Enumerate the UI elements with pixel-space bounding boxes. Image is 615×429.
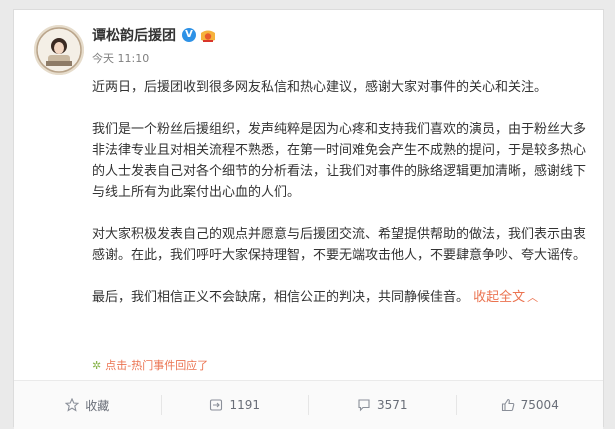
post-timestamp[interactable]: 今天 11:10: [92, 50, 149, 66]
like-count: 75004: [520, 398, 559, 412]
repost-button[interactable]: 1191: [160, 395, 309, 415]
paragraph-2: 我们是一个粉丝后援组织，发声纯粹是因为心疼和支持我们喜欢的演员，由于粉丝大多非法…: [92, 122, 587, 200]
topic-link-label: 点击-热门事件回应了: [105, 359, 209, 372]
post-content: 近两日，后援团收到很多网友私信和热心建议，感谢大家对事件的关心和关注。 我们是一…: [92, 77, 592, 308]
comment-count: 3571: [376, 398, 408, 412]
avatar[interactable]: [34, 25, 84, 75]
favorite-button[interactable]: 收藏: [14, 395, 161, 415]
action-bar: 收藏 1191 3571 75004: [14, 380, 603, 429]
repost-icon: [209, 398, 223, 412]
chevron-up-icon: ︿: [527, 291, 539, 304]
paragraph-4-text: 最后，我们相信正义不会缺席，相信公正的判决，共同静候佳音。: [92, 290, 470, 305]
comment-icon: [357, 398, 371, 412]
weibo-post-card: 谭松韵后援团 V 今天 11:10 近两日，后援团收到很多网友私信和热心建议，感…: [13, 9, 604, 429]
verified-icon: V: [182, 28, 196, 42]
fan-badge-icon[interactable]: [199, 28, 217, 42]
paragraph-1: 近两日，后援团收到很多网友私信和热心建议，感谢大家对事件的关心和关注。: [92, 80, 548, 95]
repost-count: 1191: [229, 398, 261, 412]
paragraph-3: 对大家积极发表自己的观点并愿意与后援团交流、希望提供帮助的做法，我们表示由衷感谢…: [92, 227, 587, 263]
like-button[interactable]: 75004: [455, 395, 604, 415]
like-icon: [501, 398, 515, 412]
topic-link[interactable]: ✲ 点击-热门事件回应了: [92, 357, 208, 373]
flower-icon: ✲: [92, 358, 102, 372]
star-icon: [65, 398, 80, 412]
author-row: 谭松韵后援团 V: [92, 25, 217, 45]
collapse-link[interactable]: 收起全文 ︿: [473, 290, 538, 305]
favorite-label: 收藏: [85, 398, 110, 413]
collapse-label: 收起全文: [473, 290, 526, 305]
comment-button[interactable]: 3571: [308, 395, 456, 415]
paragraph-4: 最后，我们相信正义不会缺席，相信公正的判决，共同静候佳音。 收起全文 ︿: [92, 287, 592, 308]
author-name[interactable]: 谭松韵后援团: [92, 25, 176, 45]
